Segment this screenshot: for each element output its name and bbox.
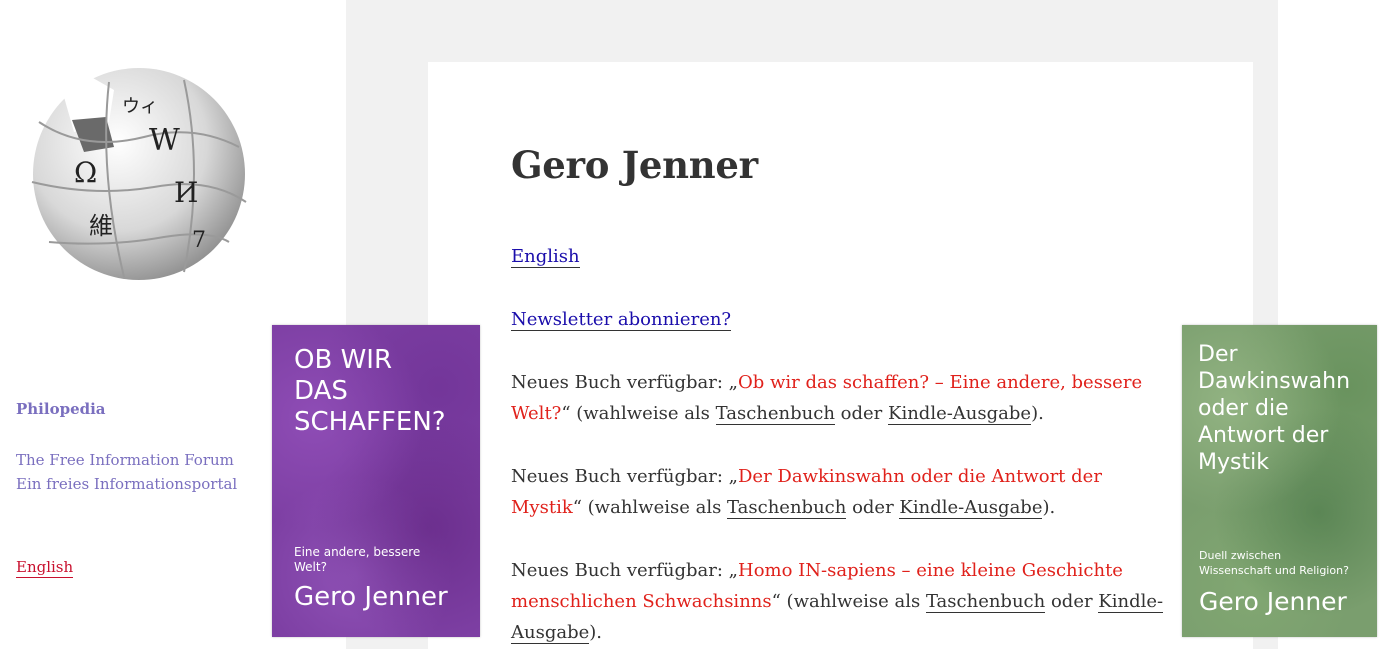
book-end: ). — [1042, 497, 1056, 518]
book-cover-dawkinswahn[interactable]: Der Dawkinswahn oder die Antwort der Mys… — [1182, 325, 1377, 637]
cover-subtitle: Eine andere, bessere Welt? — [294, 545, 421, 574]
svg-text:W: W — [149, 123, 180, 158]
english-link[interactable]: English — [511, 246, 580, 268]
newsletter-link[interactable]: Newsletter abonnieren? — [511, 309, 732, 331]
newsletter-paragraph: Newsletter abonnieren? — [511, 304, 1171, 335]
book-end: ). — [589, 622, 603, 643]
paperback-link[interactable]: Taschenbuch — [925, 591, 1046, 613]
site-title-link[interactable]: Philopedia — [16, 400, 106, 418]
svg-text:維: 維 — [89, 212, 113, 240]
english-paragraph: English — [511, 241, 1171, 272]
cover-subtitle: Duell zwischen Wissenschaft und Religion… — [1199, 549, 1349, 577]
svg-text:И: И — [174, 176, 198, 209]
book-or: oder — [834, 403, 888, 424]
cover-title: Der Dawkinswahn oder die Antwort der Mys… — [1198, 342, 1351, 475]
book-announcement: Neues Buch verfügbar: „Der Dawkinswahn o… — [511, 461, 1171, 523]
sidebar-english-link[interactable]: English — [16, 557, 74, 578]
cover-title: OB WIR DAS SCHAFFEN? — [294, 345, 446, 437]
book-end: ). — [1031, 403, 1044, 424]
paperback-link[interactable]: Taschenbuch — [727, 497, 847, 519]
cover-author: Gero Jenner — [1199, 587, 1347, 616]
wikipedia-globe-icon[interactable]: Ω W И 維 ウィ 7 — [14, 62, 264, 292]
site-description-line: The Free Information Forum — [16, 451, 234, 469]
book-suffix: “ (wahlweise als — [771, 591, 926, 612]
site-description: The Free Information Forum Ein freies In… — [16, 448, 237, 496]
page-title: Gero Jenner — [511, 143, 758, 187]
kindle-link[interactable]: Kindle-Ausgabe — [888, 403, 1032, 425]
book-suffix: “ (wahlweise als — [561, 403, 716, 424]
kindle-link[interactable]: Kindle-Ausgabe — [899, 497, 1043, 519]
book-prefix: Neues Buch verfügbar: „ — [511, 466, 738, 487]
book-suffix: “ (wahlweise als — [572, 497, 728, 518]
book-or: oder — [1045, 591, 1099, 612]
site-description-line: Ein freies Informationsportal — [16, 475, 238, 493]
book-prefix: Neues Buch verfügbar: „ — [511, 560, 738, 581]
svg-text:Ω: Ω — [74, 156, 97, 189]
paperback-link[interactable]: Taschenbuch — [715, 403, 835, 425]
book-cover-ob-wir-das-schaffen[interactable]: OB WIR DAS SCHAFFEN? Eine andere, besser… — [272, 325, 480, 637]
book-announcement: Neues Buch verfügbar: „Homo IN-sapiens –… — [511, 555, 1171, 648]
book-or: oder — [846, 497, 900, 518]
book-prefix: Neues Buch verfügbar: „ — [511, 372, 738, 393]
svg-text:ウィ: ウィ — [122, 96, 158, 117]
cover-author: Gero Jenner — [294, 582, 448, 612]
svg-text:7: 7 — [192, 228, 206, 253]
book-announcement: Neues Buch verfügbar: „Ob wir das schaff… — [511, 367, 1171, 429]
